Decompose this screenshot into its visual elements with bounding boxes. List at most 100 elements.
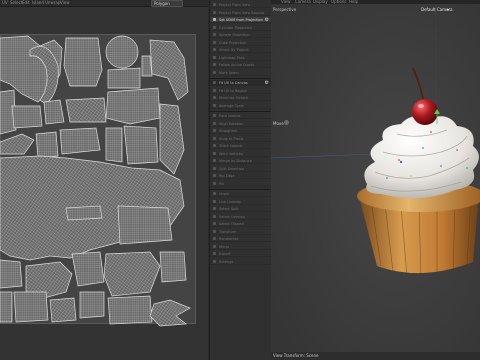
tool-item[interactable]: Transform bbox=[210, 229, 271, 235]
uv-menu-select[interactable]: Select bbox=[10, 0, 22, 6]
uv-island bbox=[43, 99, 65, 125]
tool-item[interactable]: Fit UV to Canvas ⚙ bbox=[210, 80, 271, 86]
uv-island bbox=[63, 37, 103, 87]
tool-item[interactable]: Straighten bbox=[210, 128, 271, 134]
tool-item-label: Minimize Stretch bbox=[219, 96, 249, 100]
tool-item-icon bbox=[213, 70, 216, 74]
tool-item[interactable]: Unpin bbox=[210, 191, 271, 197]
tool-item-icon bbox=[213, 88, 216, 92]
tool-item[interactable]: Follow Active Quads bbox=[210, 62, 271, 68]
tool-item[interactable]: Select Flipped bbox=[210, 221, 271, 227]
tool-item-label: Select Flipped bbox=[219, 222, 244, 226]
tool-item-icon bbox=[213, 151, 216, 155]
uv-tool-list: Project From View Project From View Bound… bbox=[210, 0, 271, 360]
tool-item[interactable]: Fit UV to Region bbox=[210, 88, 271, 94]
move-tool-label[interactable]: Move bbox=[273, 121, 284, 126]
tool-item[interactable]: Settings bbox=[210, 259, 271, 265]
tool-item-icon bbox=[213, 207, 216, 210]
tool-item[interactable]: Merge by Distance bbox=[210, 158, 271, 164]
tool-item[interactable]: Mirror bbox=[210, 244, 271, 250]
tool-item-label: Select Overlap bbox=[219, 214, 245, 219]
tool-item[interactable]: Randomize bbox=[210, 236, 271, 242]
tool-item-label: Settings bbox=[219, 259, 234, 264]
tool-item-icon bbox=[213, 166, 216, 170]
tool-item-label: Lightmap Pack bbox=[219, 55, 245, 60]
uv-menu-view[interactable]: View bbox=[60, 0, 70, 6]
tool-item[interactable]: Split Selection bbox=[210, 166, 271, 172]
tool-item-label: Rip Edge bbox=[219, 174, 235, 178]
tool-item[interactable]: Project From View bbox=[210, 2, 271, 8]
uv-island bbox=[105, 87, 161, 125]
tool-item[interactable]: Align Rotation bbox=[210, 121, 271, 127]
tool-item-label: Mark Seam bbox=[219, 70, 239, 75]
tool-item-label: Project From View Bounds bbox=[219, 10, 265, 15]
uv-menu-edit[interactable]: Edit bbox=[22, 0, 30, 6]
tool-item[interactable]: Cube Projection bbox=[210, 40, 271, 46]
tool-item-icon bbox=[213, 25, 216, 29]
tool-item[interactable]: Export bbox=[210, 251, 271, 257]
uv-menu-uv[interactable]: UV bbox=[2, 0, 8, 6]
tool-item-icon bbox=[213, 114, 216, 117]
tool-item-icon bbox=[213, 214, 216, 218]
tool-item-label: Transform bbox=[219, 229, 237, 234]
tool-item-icon bbox=[213, 10, 216, 14]
tool-separator bbox=[210, 77, 271, 79]
tool-item[interactable]: Select Overlap bbox=[210, 214, 271, 220]
uv-island bbox=[105, 127, 123, 163]
tool-item[interactable]: Minimize Stretch bbox=[210, 95, 271, 101]
tool-item-icon bbox=[213, 181, 216, 185]
uv-mode-dropdown[interactable]: Polygon bbox=[151, 0, 183, 7]
uv-menu-unwrap[interactable]: Unwrap bbox=[45, 0, 60, 6]
tool-item[interactable]: Pack Islands bbox=[210, 113, 271, 119]
tool-item-label: Live Unwrap bbox=[219, 199, 241, 204]
tool-item-icon bbox=[213, 121, 216, 125]
tool-item[interactable]: Select Split bbox=[210, 206, 271, 212]
uv-island bbox=[59, 127, 101, 155]
tool-item[interactable]: Pin bbox=[210, 181, 271, 187]
tool-item-icon bbox=[213, 55, 216, 59]
tool-item-label: Cube Projection bbox=[219, 40, 247, 45]
tool-item-icon bbox=[213, 40, 216, 44]
tool-item[interactable]: Sphere Projection bbox=[210, 32, 271, 38]
tool-item[interactable]: Snap to Pixels bbox=[210, 136, 271, 142]
gear-icon[interactable] bbox=[284, 120, 289, 125]
tool-item[interactable]: Set UDIM from Projection ⚙ bbox=[210, 17, 271, 23]
tool-item-label: Align Rotation bbox=[219, 121, 244, 126]
tool-separator bbox=[210, 110, 271, 112]
gear-icon[interactable]: ⚙ bbox=[265, 80, 269, 86]
uv-island bbox=[0, 133, 35, 155]
chevron-down-icon[interactable]: ▾ bbox=[447, 7, 449, 12]
view-transform-status: View Transform: Scene bbox=[273, 353, 319, 358]
tool-item[interactable]: Weld Vertices bbox=[210, 151, 271, 157]
tool-item-icon bbox=[213, 129, 216, 132]
tool-item-label: Pack Islands bbox=[219, 114, 241, 118]
uv-island bbox=[141, 55, 153, 77]
tool-item[interactable]: Average Scale bbox=[210, 103, 271, 109]
uv-island bbox=[49, 297, 77, 323]
tool-item[interactable]: Project From View Bounds bbox=[210, 10, 271, 16]
tool-item-icon bbox=[213, 3, 216, 6]
cupcake-model bbox=[271, 4, 480, 352]
tool-item-label: Snap to Pixels bbox=[219, 136, 244, 141]
tool-item[interactable]: Cylinder Projection bbox=[210, 25, 271, 31]
uv-island bbox=[123, 125, 159, 165]
tool-item-icon bbox=[213, 81, 216, 84]
tool-item[interactable]: Mark Seam bbox=[210, 70, 271, 76]
tool-item-label: Cylinder Projection bbox=[219, 25, 252, 30]
tool-item-icon bbox=[213, 174, 216, 177]
uv-island bbox=[159, 103, 185, 175]
tool-item[interactable]: Smart UV Project bbox=[210, 47, 271, 53]
tool-item[interactable]: Lightmap Pack bbox=[210, 55, 271, 61]
uv-islands[interactable] bbox=[0, 30, 200, 330]
tool-item-icon bbox=[213, 96, 216, 99]
tool-item[interactable]: Stitch Islands bbox=[210, 143, 271, 149]
tool-item[interactable]: Live Unwrap bbox=[210, 199, 271, 205]
tool-item-label: Smart UV Project bbox=[219, 48, 249, 52]
tool-item-label: Weld Vertices bbox=[219, 151, 243, 156]
uv-island bbox=[107, 295, 153, 325]
uv-island bbox=[149, 299, 191, 327]
uv-menu-island[interactable]: Island bbox=[32, 0, 44, 6]
tool-item[interactable]: Rip Edge bbox=[210, 173, 271, 179]
tool-item-icon bbox=[213, 229, 216, 233]
gear-icon[interactable]: ⚙ bbox=[265, 17, 269, 23]
